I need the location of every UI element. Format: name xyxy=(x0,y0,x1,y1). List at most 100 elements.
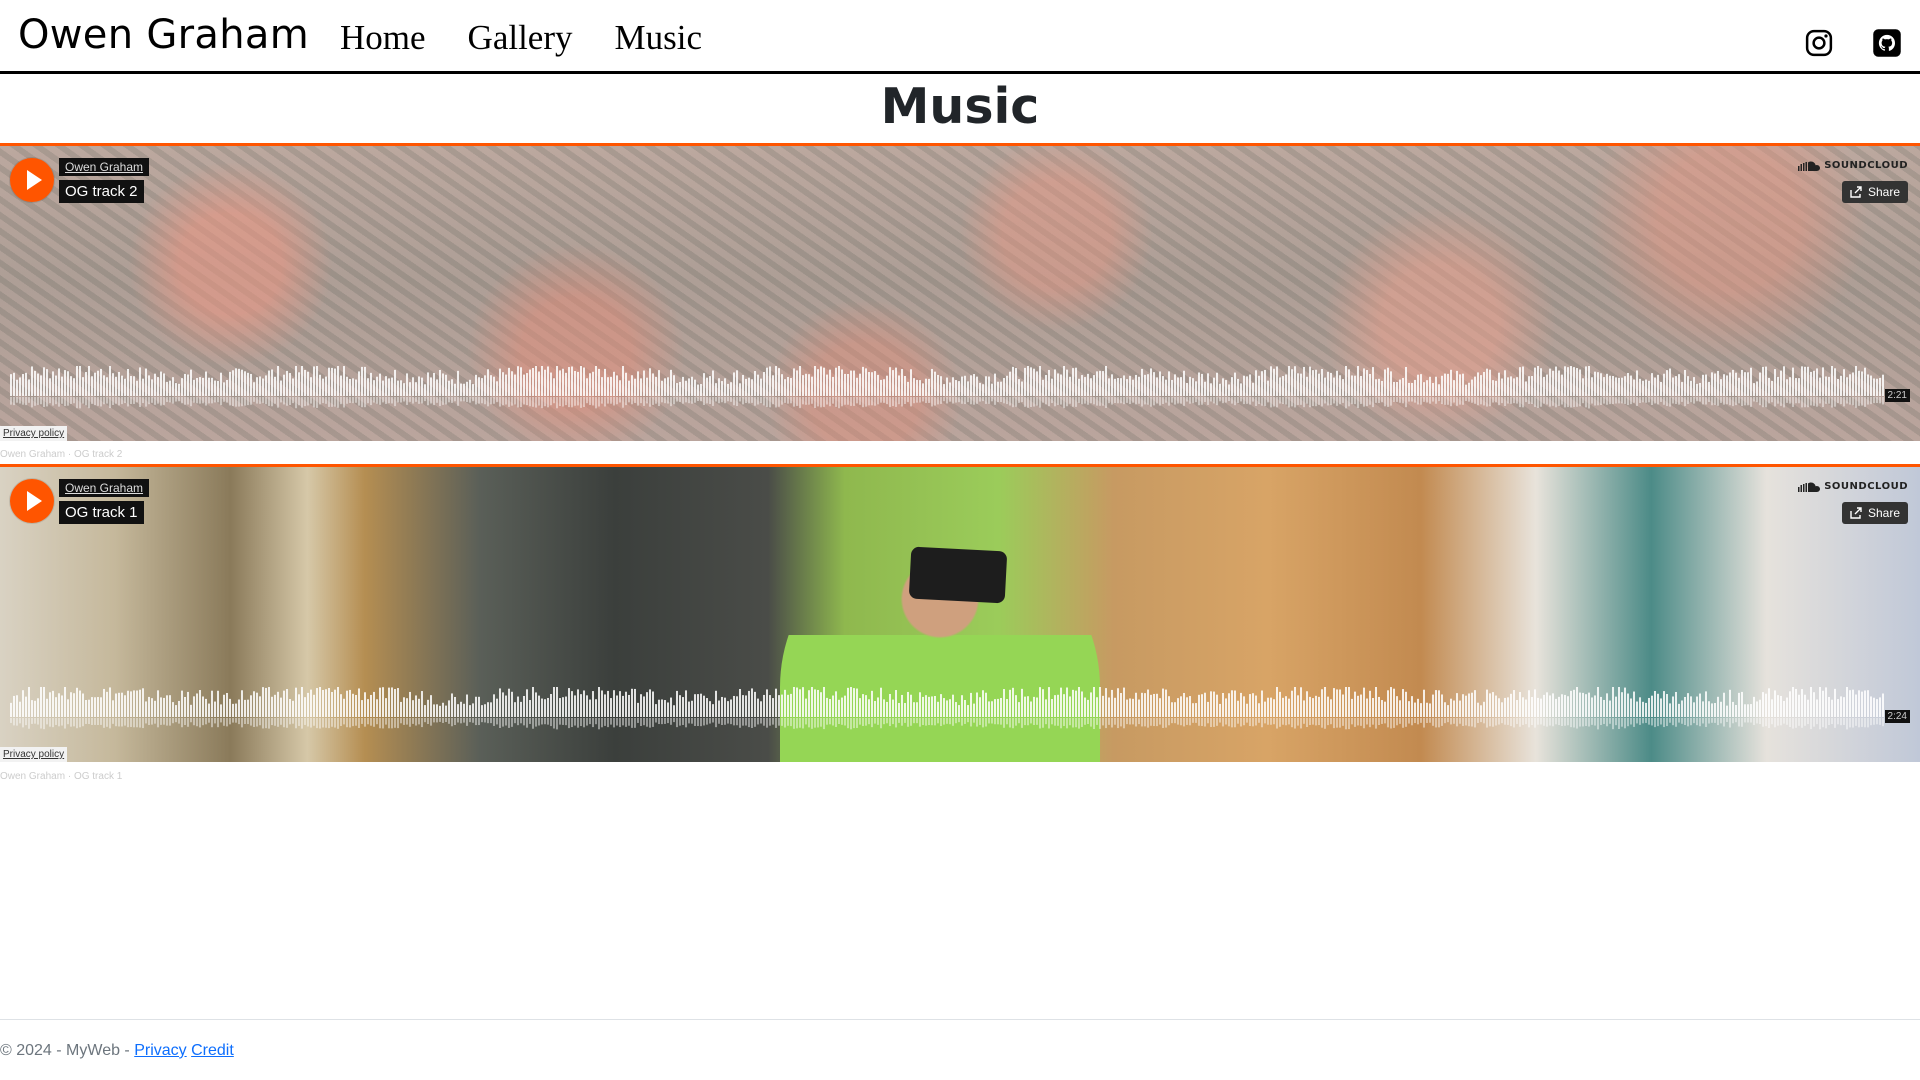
artist-link[interactable]: Owen Graham xyxy=(59,479,150,497)
privacy-policy-link[interactable]: Privacy policy xyxy=(0,747,68,762)
footer-privacy-link[interactable]: Privacy xyxy=(134,1042,186,1059)
waveform-bar xyxy=(976,692,978,717)
play-button[interactable] xyxy=(10,158,54,202)
waveform-bar-reflection xyxy=(1213,397,1215,404)
waveform-bar xyxy=(301,687,303,717)
track-title[interactable]: OG track 1 xyxy=(59,501,144,524)
waveform-bar xyxy=(1081,375,1083,396)
waveform-bar-reflection xyxy=(1816,718,1818,725)
nav-music[interactable]: Music xyxy=(615,18,703,58)
waveform-bar-reflection xyxy=(1009,397,1011,406)
waveform-bar-reflection xyxy=(418,397,420,404)
waveform-bar xyxy=(394,689,396,717)
caption-artist-link[interactable]: Owen Graham xyxy=(0,771,65,782)
waveform-bar-reflection xyxy=(451,397,453,403)
waveform-bar xyxy=(70,692,72,717)
waveform-bar xyxy=(1678,703,1680,717)
waveform-bar xyxy=(706,377,708,396)
waveform-bar-reflection xyxy=(1750,718,1752,723)
nav-home[interactable]: Home xyxy=(340,18,426,58)
waveform-bar xyxy=(793,368,795,396)
waveform-bar-reflection xyxy=(1678,718,1680,723)
waveform-bar xyxy=(1156,693,1158,717)
waveform-bar-reflection xyxy=(940,718,942,727)
play-button[interactable] xyxy=(10,479,54,523)
waveform-bar xyxy=(961,376,963,396)
caption-artist-link[interactable]: Owen Graham xyxy=(0,449,65,460)
waveform-bar-reflection xyxy=(688,397,690,404)
waveform-bar-reflection xyxy=(91,397,93,404)
waveform-bar xyxy=(1606,373,1608,396)
waveform-bar xyxy=(10,702,12,717)
waveform-bar xyxy=(154,700,156,717)
privacy-policy-link[interactable]: Privacy policy xyxy=(0,426,68,441)
waveform-bar xyxy=(235,703,237,717)
caption-track-link[interactable]: OG track 2 xyxy=(74,449,122,460)
waveform-bar-reflection xyxy=(1594,718,1596,726)
waveform-bar-reflection xyxy=(676,718,678,728)
waveform-bar xyxy=(406,373,408,396)
waveform-bar-reflection xyxy=(1666,718,1668,727)
waveform-bar-reflection xyxy=(460,397,462,402)
waveform-bar-reflection xyxy=(781,718,783,726)
waveform-bar-reflection xyxy=(823,718,825,730)
waveform-bar-reflection xyxy=(868,718,870,725)
waveform-bar-reflection xyxy=(1138,397,1140,404)
caption-track-link[interactable]: OG track 1 xyxy=(74,771,122,782)
waveform-bar xyxy=(958,381,960,396)
waveform-bar-reflection xyxy=(1549,718,1551,726)
waveform-bar-reflection xyxy=(1579,718,1581,727)
waveform-bar-reflection xyxy=(898,718,900,723)
soundcloud-logo[interactable]: SOUNDCLOUD xyxy=(1798,481,1908,492)
github-link[interactable] xyxy=(1872,28,1902,58)
waveform-bar-reflection xyxy=(1624,718,1626,729)
waveform-bar-reflection xyxy=(877,718,879,725)
soundcloud-logo[interactable]: SOUNDCLOUD xyxy=(1798,160,1908,171)
waveform-bar-reflection xyxy=(568,397,570,408)
instagram-link[interactable] xyxy=(1804,28,1834,58)
waveform-bar-reflection xyxy=(1300,718,1302,729)
waveform-bar xyxy=(34,700,36,717)
waveform-bar-reflection xyxy=(1786,718,1788,725)
waveform-bar xyxy=(295,687,297,717)
brand-link[interactable]: Owen Graham xyxy=(18,12,309,58)
waveform-bar-reflection xyxy=(706,718,708,725)
share-button[interactable]: Share xyxy=(1841,502,1908,524)
footer-credit-link[interactable]: Credit xyxy=(191,1042,234,1059)
waveform-bar xyxy=(118,371,120,396)
artist-link[interactable]: Owen Graham xyxy=(59,158,150,176)
waveform-bar-reflection xyxy=(322,397,324,404)
waveform-bar xyxy=(685,690,687,717)
waveform-bar-reflection xyxy=(1021,718,1023,728)
waveform-bar xyxy=(1249,374,1251,396)
soundcloud-player[interactable]: Owen Graham OG track 1 SOUNDCLOUD Share … xyxy=(0,464,1920,762)
waveform-bar xyxy=(145,701,147,717)
waveform-bar xyxy=(1216,694,1218,717)
waveform-bar-reflection xyxy=(1294,397,1296,408)
waveform-bar xyxy=(157,377,159,396)
waveform-bar-reflection xyxy=(988,718,990,724)
waveform-bar xyxy=(841,697,843,717)
waveform-bar-reflection xyxy=(265,397,267,405)
nav-gallery[interactable]: Gallery xyxy=(468,18,573,58)
waveform-bar-reflection xyxy=(127,718,129,728)
waveform-bar xyxy=(271,369,273,396)
waveform-bar-reflection xyxy=(262,718,264,729)
waveform-bar xyxy=(211,690,213,717)
waveform-bar xyxy=(748,377,750,396)
waveform[interactable] xyxy=(10,687,1885,731)
waveform-bar-reflection xyxy=(1501,397,1503,404)
waveform-bar xyxy=(1711,372,1713,396)
track-title[interactable]: OG track 2 xyxy=(59,180,144,203)
waveform-bar-reflection xyxy=(1855,397,1857,408)
waveform-bar-reflection xyxy=(1069,397,1071,404)
soundcloud-player[interactable]: Owen Graham OG track 2 SOUNDCLOUD Share … xyxy=(0,143,1920,441)
waveform[interactable] xyxy=(10,366,1885,410)
share-button[interactable]: Share xyxy=(1841,181,1908,203)
waveform-bar xyxy=(397,380,399,396)
waveform-bar xyxy=(31,700,33,717)
soundcloud-icon xyxy=(1798,161,1821,171)
waveform-bar xyxy=(1144,693,1146,717)
waveform-bar-reflection xyxy=(574,718,576,726)
waveform-bar xyxy=(1150,694,1152,717)
